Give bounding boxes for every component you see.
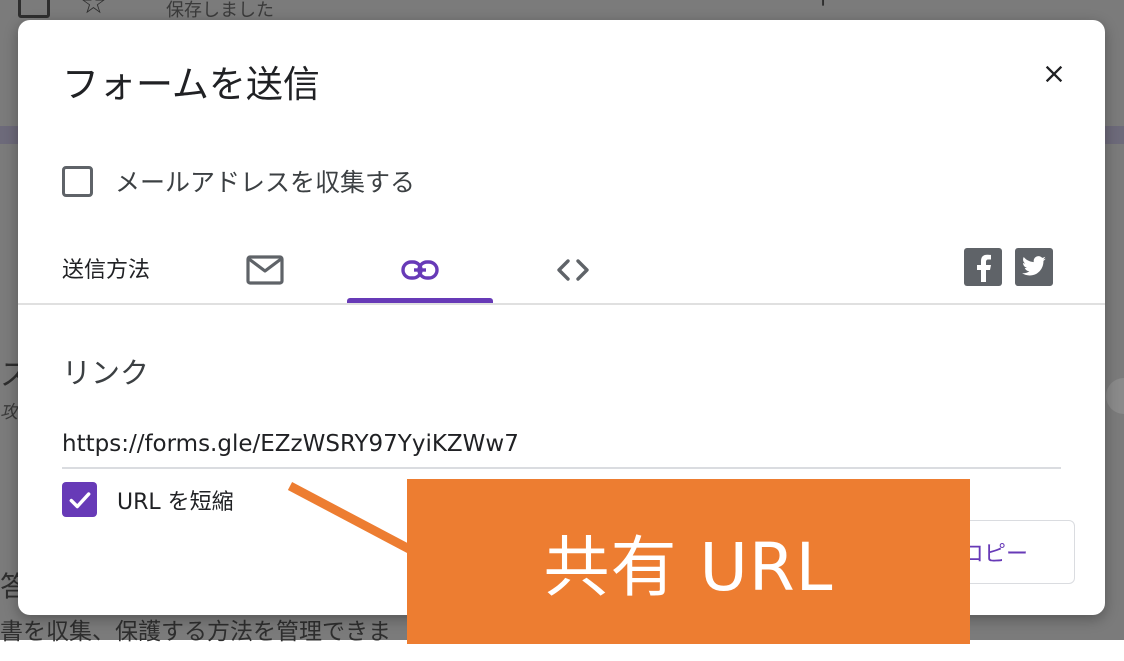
shorten-url-option[interactable]: URL を短縮 <box>62 482 234 517</box>
share-url-field[interactable]: https://forms.gle/EZzWSRY97YyiKZWw7 <box>62 425 1061 469</box>
square-icon <box>18 0 50 18</box>
mail-icon <box>246 255 284 285</box>
saved-status: 保存しました <box>166 0 274 21</box>
callout-box: 共有 URL <box>407 479 970 644</box>
tab-embed[interactable] <box>538 240 608 300</box>
tab-link[interactable] <box>347 240 493 300</box>
background-bottom-text: 書を収集、保護する方法を管理できま <box>0 619 391 645</box>
close-button[interactable] <box>1034 54 1074 94</box>
collect-email-checkbox[interactable] <box>62 165 93 197</box>
dialog-title: フォームを送信 <box>62 63 320 106</box>
link-heading: リンク <box>62 356 150 390</box>
share-facebook-button[interactable] <box>964 248 1002 286</box>
shorten-url-label: URL を短縮 <box>117 489 234 515</box>
code-icon <box>557 259 589 281</box>
tab-email[interactable] <box>230 240 300 300</box>
key-icon: ⚲ <box>815 0 831 9</box>
facebook-icon <box>977 254 991 282</box>
collect-email-option[interactable]: メールアドレスを収集する <box>62 163 415 199</box>
callout-label: 共有 URL <box>543 528 834 606</box>
tab-divider <box>18 303 1105 305</box>
twitter-icon <box>1022 256 1046 276</box>
check-icon <box>69 491 90 508</box>
send-method-label: 送信方法 <box>62 258 151 283</box>
shorten-url-checkbox[interactable] <box>62 482 97 517</box>
background-circle <box>1106 378 1124 414</box>
share-twitter-button[interactable] <box>1015 248 1053 286</box>
collect-email-label: メールアドレスを収集する <box>115 168 416 197</box>
link-icon <box>401 260 439 280</box>
star-icon: ☆ <box>80 0 107 21</box>
close-icon <box>1045 65 1063 83</box>
